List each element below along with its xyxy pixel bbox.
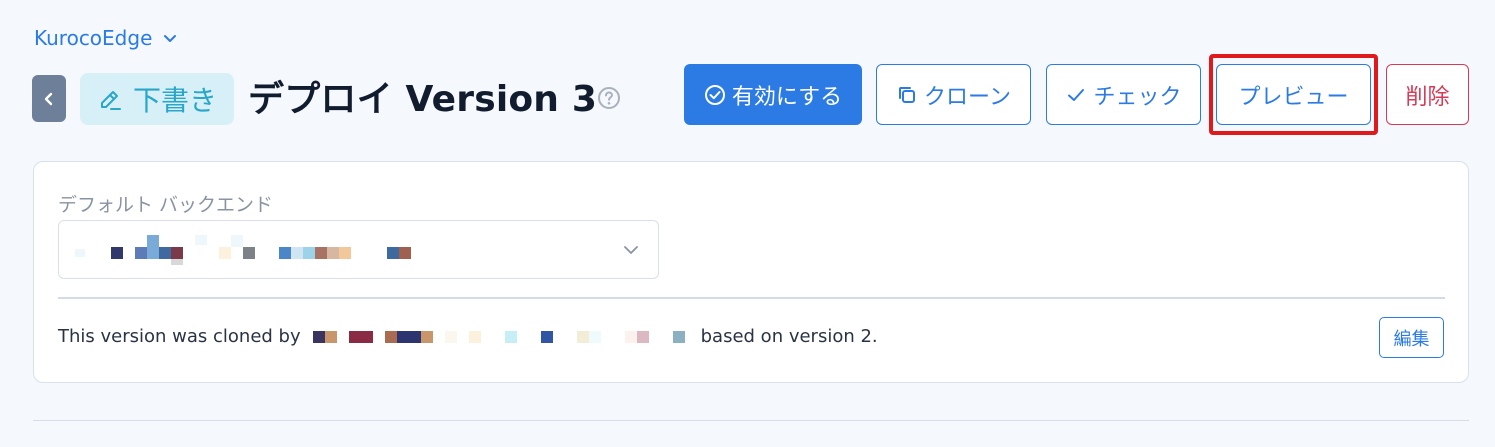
check-button[interactable]: チェック xyxy=(1046,64,1201,125)
preview-highlight-box xyxy=(1209,54,1378,135)
page-title: デプロイ Version 3 xyxy=(248,79,598,120)
activate-button[interactable]: 有効にする xyxy=(684,64,862,125)
delete-button[interactable]: 削除 xyxy=(1386,64,1469,125)
chevron-left-icon xyxy=(44,92,53,105)
card-divider xyxy=(58,297,1445,299)
delete-button-label: 削除 xyxy=(1405,84,1450,110)
redacted-user-name xyxy=(312,329,693,345)
chevron-down-icon xyxy=(624,246,638,254)
redacted-backend-value xyxy=(75,235,415,265)
section-divider xyxy=(33,420,1469,421)
info-prefix: This version was cloned by xyxy=(58,326,301,347)
clone-button[interactable]: クローン xyxy=(876,64,1031,125)
edit-button[interactable]: 編集 xyxy=(1379,317,1444,358)
status-badge: 下書き xyxy=(80,73,234,125)
app-switcher-label: KurocoEdge xyxy=(34,26,153,50)
app-switcher[interactable]: KurocoEdge xyxy=(34,26,178,50)
activate-button-label: 有効にする xyxy=(731,84,843,110)
check-circle-icon xyxy=(704,84,725,105)
info-suffix: based on version 2. xyxy=(700,326,878,347)
deploy-version-page: KurocoEdge 下書き デプロイ Version 3 有効にする クローン… xyxy=(0,0,1495,447)
question-circle-icon[interactable] xyxy=(597,86,621,110)
chevron-down-icon xyxy=(164,35,177,42)
version-info-line: This version was cloned by based on vers… xyxy=(58,326,878,347)
default-backend-label: デフォルト バックエンド xyxy=(58,194,274,216)
default-backend-select[interactable] xyxy=(58,220,659,279)
back-button[interactable] xyxy=(32,75,66,122)
check-icon xyxy=(1068,88,1085,101)
status-badge-label: 下書き xyxy=(132,84,217,117)
check-button-label: チェック xyxy=(1093,84,1182,110)
backend-card: デフォルト バックエンド This version was cloned by … xyxy=(33,161,1469,383)
clone-button-label: クローン xyxy=(924,84,1011,110)
edit-button-label: 編集 xyxy=(1393,328,1430,350)
pencil-icon xyxy=(100,91,121,110)
copy-icon xyxy=(899,86,916,103)
